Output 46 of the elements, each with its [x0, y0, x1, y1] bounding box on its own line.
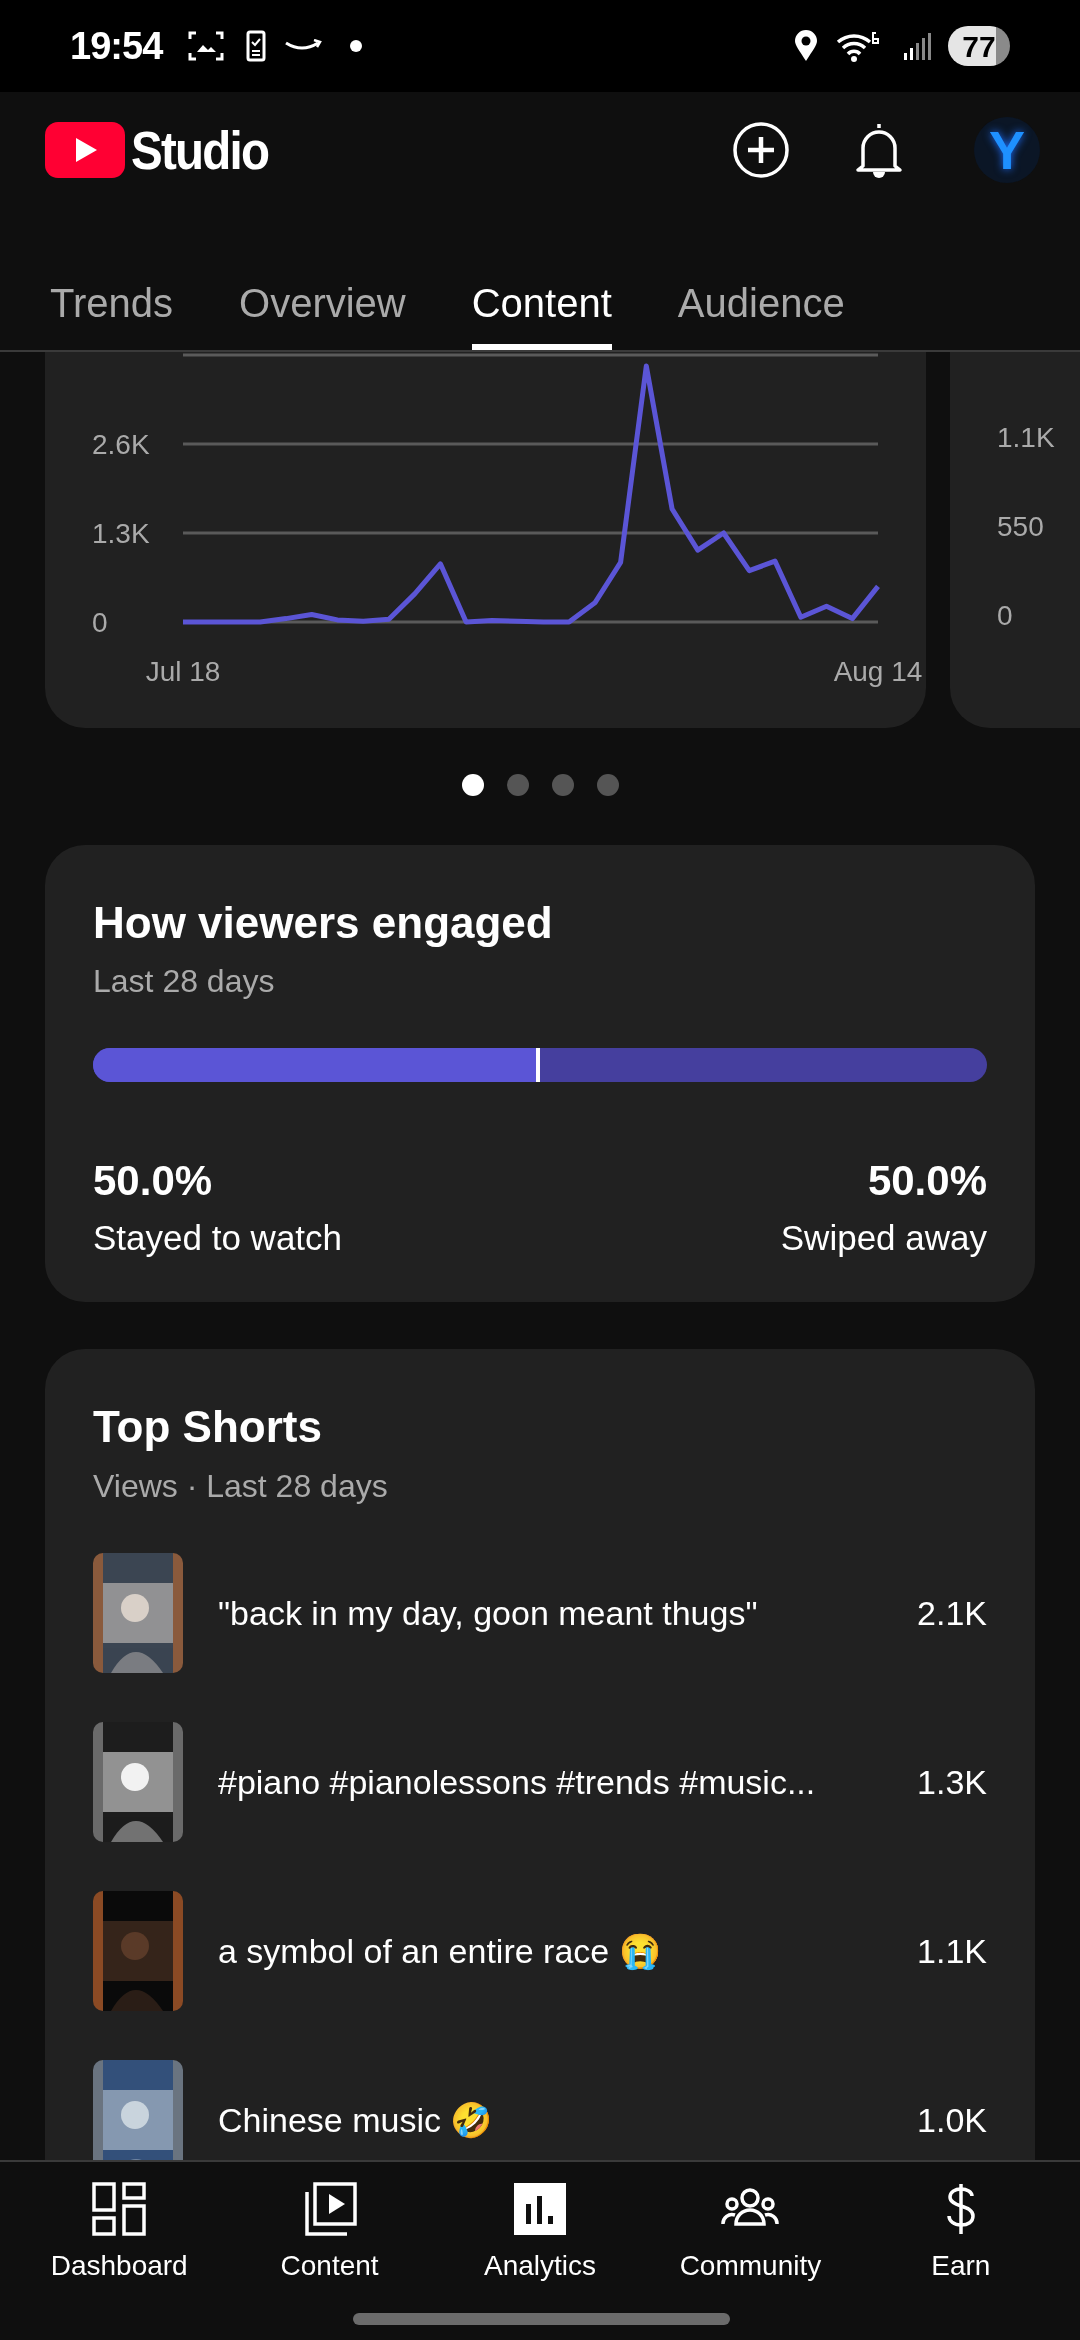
- y-axis-label: 0: [92, 607, 108, 638]
- short-title: "back in my day, goon meant thugs": [218, 1593, 759, 1634]
- percentage: 50.0%: [93, 1158, 213, 1204]
- clock: 19:54: [70, 23, 163, 69]
- nav-item[interactable]: Earn: [855, 2182, 1067, 2340]
- short-row[interactable]: a symbol of an entire race 😭 1.1K: [93, 1891, 987, 2011]
- view-count: 1.0K: [917, 2100, 987, 2141]
- short-row[interactable]: #piano #pianolessons #trends #music... 1.3K: [93, 1722, 987, 1842]
- play-logo-icon: [45, 122, 125, 178]
- logo-text: Studio: [131, 118, 269, 182]
- y-axis-label: 0: [997, 599, 1014, 633]
- y-axis-label: 1.3K: [92, 518, 150, 549]
- y-axis-label: 2.6K: [92, 429, 150, 460]
- nav-item[interactable]: Analytics: [434, 2182, 646, 2340]
- view-count: 1.1K: [917, 1931, 987, 1972]
- battery-indicator: 77: [948, 26, 1010, 66]
- tab[interactable]: Overview: [239, 262, 406, 350]
- nav-item[interactable]: Community: [645, 2182, 856, 2340]
- card-title: How viewers engaged: [93, 897, 554, 949]
- card-title: Top Shorts: [93, 1401, 323, 1453]
- view-count: 1.3K: [917, 1762, 987, 1803]
- tab[interactable]: Trends: [50, 262, 173, 350]
- short-title: a symbol of an entire race 😭: [218, 1931, 662, 1972]
- location-icon: [794, 30, 818, 62]
- short-title: Chinese music 🤣: [218, 2100, 494, 2141]
- avatar[interactable]: Y: [974, 117, 1040, 183]
- y-axis-label: 1.1K: [997, 421, 1056, 455]
- card-subtitle: Last 28 days: [93, 962, 276, 1001]
- short-title: #piano #pianolessons #trends #music...: [218, 1762, 817, 1803]
- y-axis-label: 550: [997, 510, 1045, 544]
- x-axis-label: Aug 14: [833, 656, 923, 687]
- nav-item[interactable]: Content: [224, 2182, 435, 2340]
- x-axis-label: Jul 18: [145, 656, 221, 687]
- phone-icon: [246, 30, 267, 62]
- card-subtitle: Views · Last 28 days: [93, 1467, 389, 1506]
- metric-label: Stayed to watch: [93, 1218, 343, 1258]
- view-count: 2.1K: [917, 1593, 987, 1634]
- short-row[interactable]: "back in my day, goon meant thugs" 2.1K: [93, 1553, 987, 1673]
- nav-item[interactable]: Dashboard: [14, 2182, 225, 2340]
- signal-icon: [902, 31, 932, 61]
- percentage: 50.0%: [867, 1158, 987, 1204]
- tab[interactable]: Audience: [677, 262, 845, 350]
- add-icon[interactable]: [732, 121, 790, 179]
- screenshot-icon: [188, 30, 225, 62]
- wifi-icon: [836, 30, 882, 62]
- metric-label: Swiped away: [780, 1218, 987, 1258]
